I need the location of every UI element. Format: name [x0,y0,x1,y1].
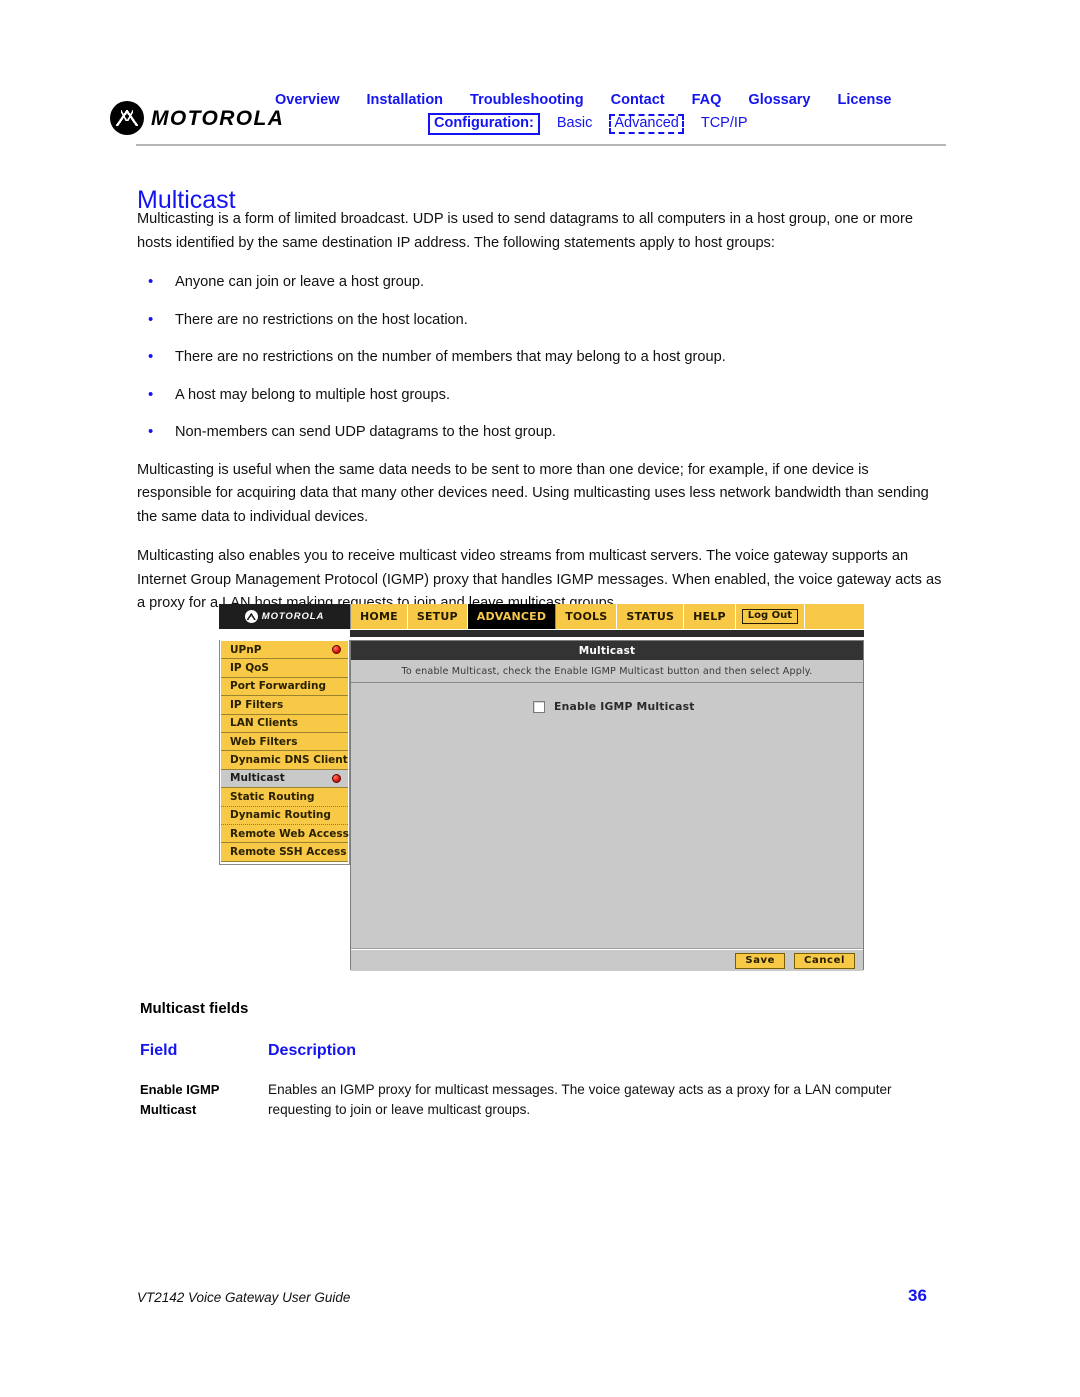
sidebar-item-multicast[interactable]: Multicast [221,769,348,789]
sidebar-item-ip-qos[interactable]: IP QoS [221,659,348,678]
router-menu-status[interactable]: STATUS [617,604,685,629]
motorola-logo: MOTOROLA [110,101,284,135]
field-name-line2: Multicast [140,1102,197,1117]
nav-link-advanced[interactable]: Advanced [609,114,684,135]
sidebar-item-label: IP Filters [230,698,284,711]
enable-igmp-multicast-label: Enable IGMP Multicast [554,700,695,713]
list-item: A host may belong to multiple host group… [137,383,943,408]
nav-link-troubleshooting[interactable]: Troubleshooting [470,92,584,108]
field-name-cell: Enable IGMP Multicast [140,1080,268,1120]
sidebar-item-ip-filters[interactable]: IP Filters [221,696,348,715]
nav-link-installation[interactable]: Installation [367,92,444,108]
router-menu-setup[interactable]: SETUP [408,604,468,629]
sidebar-item-label: Web Filters [230,735,298,748]
sidebar-item-label: LAN Clients [230,717,299,730]
list-item: There are no restrictions on the host lo… [137,308,943,333]
router-menu-tools[interactable]: TOOLS [556,604,618,629]
intro-paragraph: Multicasting is a form of limited broadc… [137,211,913,251]
sidebar-item-label: Port Forwarding [230,680,326,693]
sidebar-item-web-filters[interactable]: Web Filters [221,732,348,752]
sidebar-item-static-routing[interactable]: Static Routing [221,788,348,807]
router-menu-home[interactable]: HOME [351,604,408,629]
router-subbar-dark-strip [350,629,864,637]
router-logout-wrap: Log Out [736,604,806,629]
fields-table-header: Field Description [140,1042,946,1060]
cancel-button[interactable]: Cancel [794,952,855,969]
router-menu-bar: HOME SETUP ADVANCED TOOLS STATUS HELP Lo… [350,604,864,629]
page-content: Multicasting is a form of limited broadc… [137,208,943,632]
router-main-panel: Multicast To enable Multicast, check the… [350,640,864,971]
nav-link-overview[interactable]: Overview [275,92,340,108]
status-dot-icon [332,773,341,783]
sidebar-item-label: Multicast [230,772,285,785]
router-panel-description: To enable Multicast, check the Enable IG… [351,660,863,683]
fields-table-caption: Multicast fields [140,1000,249,1017]
enable-igmp-multicast-row[interactable]: Enable IGMP Multicast [533,700,695,713]
router-sidebar: UPnP IP QoS Port Forwarding IP Filters L… [219,640,350,865]
motorola-batwing-icon [110,101,144,135]
router-brand-label: MOTOROLA [261,611,325,622]
router-panel-title: Multicast [351,641,863,660]
save-button[interactable]: Save [735,952,786,969]
sidebar-item-label: Dynamic DNS Client [230,754,348,767]
table-row: Enable IGMP Multicast Enables an IGMP pr… [140,1080,946,1120]
router-ui-screenshot: MOTOROLA HOME SETUP ADVANCED TOOLS STATU… [219,604,864,971]
sidebar-item-upnp[interactable]: UPnP [221,641,348,660]
router-panel-form: Enable IGMP Multicast [351,683,863,949]
router-menu-help[interactable]: HELP [684,604,736,629]
status-dot-icon [332,645,341,654]
sidebar-item-dynamic-dns-client[interactable]: Dynamic DNS Client [221,751,348,770]
column-header-field: Field [140,1042,178,1059]
router-top-bar: MOTOROLA HOME SETUP ADVANCED TOOLS STATU… [219,604,864,629]
sidebar-item-label: Remote SSH Access [230,845,347,858]
sidebar-item-dynamic-routing[interactable]: Dynamic Routing [221,806,348,825]
field-name-line1: Enable IGMP [140,1082,220,1097]
list-item: Non-members can send UDP datagrams to th… [137,420,943,445]
header-divider [136,144,946,146]
router-menu-filler [805,604,864,629]
sidebar-item-remote-ssh-access[interactable]: Remote SSH Access [221,843,348,862]
paragraph-2: Multicasting is useful when the same dat… [137,461,929,525]
field-description-cell: Enables an IGMP proxy for multicast mess… [268,1082,892,1117]
sidebar-item-label: IP QoS [230,662,269,675]
router-brand: MOTOROLA [219,604,350,629]
log-out-button[interactable]: Log Out [741,608,799,625]
nav-link-contact[interactable]: Contact [611,92,665,108]
sidebar-item-port-forwarding[interactable]: Port Forwarding [221,677,348,697]
sidebar-item-label: UPnP [230,643,262,656]
sidebar-item-label: Static Routing [230,790,315,803]
enable-igmp-multicast-checkbox[interactable] [533,700,545,713]
document-header: MOTOROLA Overview Installation Troublesh… [0,0,1080,150]
secondary-nav: Configuration: Basic Advanced TCP/IP [428,113,748,136]
sidebar-item-label: Dynamic Routing [230,809,331,822]
list-item: Anyone can join or leave a host group. [137,270,943,295]
footer-page-number: 36 [908,1286,927,1305]
nav-link-license[interactable]: License [838,92,892,108]
sidebar-item-remote-web-access[interactable]: Remote Web Access [221,824,349,844]
footer-document-title: VT2142 Voice Gateway User Guide [137,1290,351,1305]
nav-configuration-label: Configuration: [428,113,540,136]
router-menu-advanced[interactable]: ADVANCED [467,604,557,629]
sidebar-item-lan-clients[interactable]: LAN Clients [221,714,348,733]
host-group-bullet-list: Anyone can join or leave a host group. T… [137,270,943,445]
nav-link-tcpip[interactable]: TCP/IP [701,115,748,131]
sidebar-item-label: Remote Web Access [230,827,349,840]
motorola-batwing-icon [244,610,258,623]
nav-link-basic[interactable]: Basic [557,115,592,131]
primary-nav: Overview Installation Troubleshooting Co… [275,92,919,108]
router-panel-footer: Save Cancel [351,949,863,971]
column-header-description: Description [268,1042,357,1059]
nav-link-faq[interactable]: FAQ [692,92,722,108]
motorola-wordmark: MOTOROLA [151,106,285,130]
nav-link-glossary[interactable]: Glossary [748,92,810,108]
list-item: There are no restrictions on the number … [137,345,943,370]
